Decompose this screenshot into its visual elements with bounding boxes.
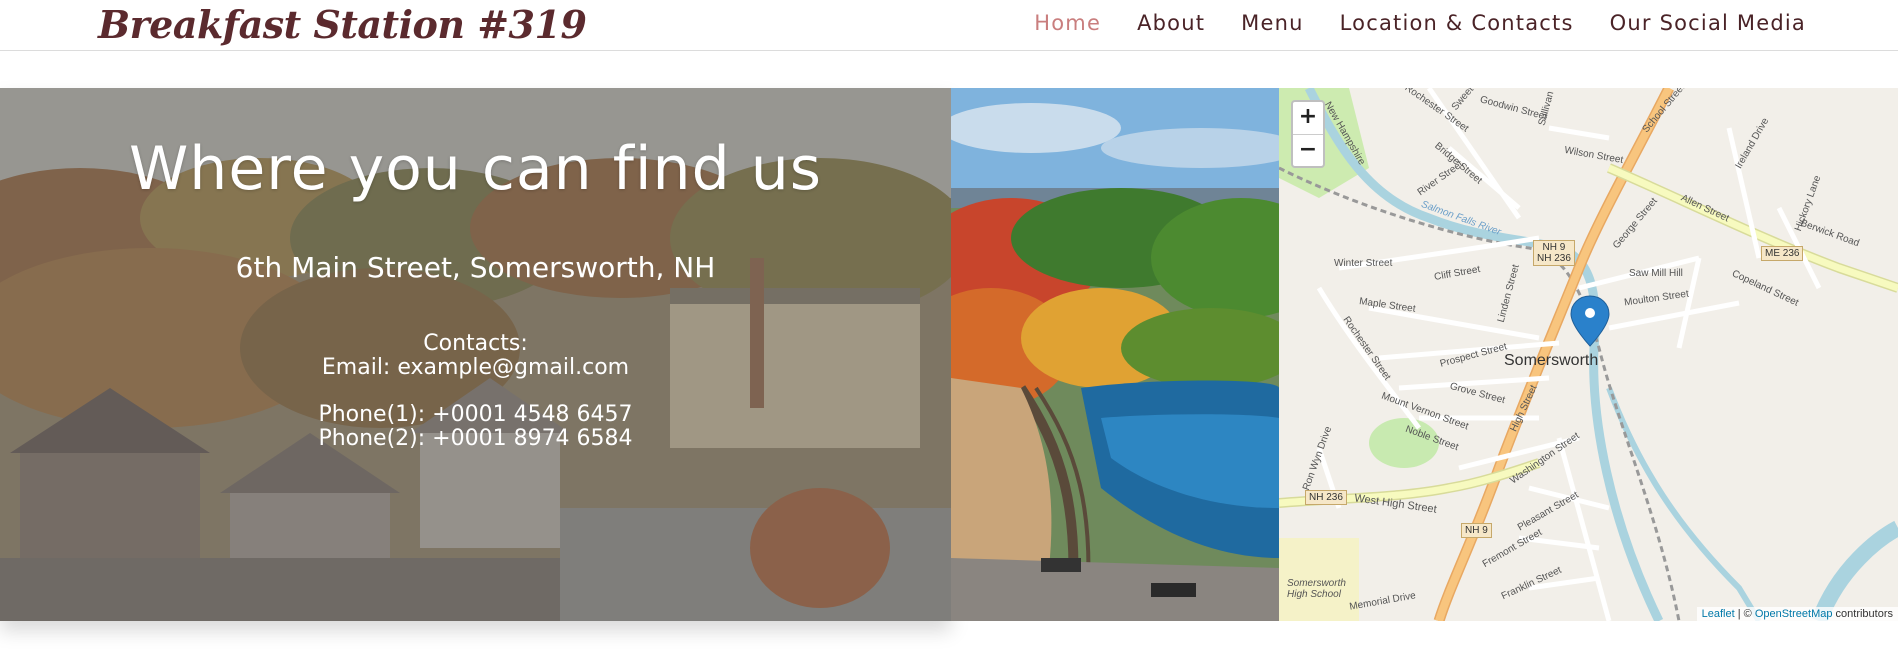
map-widget[interactable]: NH 9 NH 236 ME 236 NH 236 NH 9 Rochester… <box>1279 88 1898 621</box>
site-logo[interactable]: Breakfast Station #319 <box>98 0 587 48</box>
phone-1: Phone(1): +0001 4548 6457 <box>318 402 633 427</box>
location-section: Where you can find us 6th Main Street, S… <box>0 88 1898 621</box>
nav-menu[interactable]: Menu <box>1241 11 1303 35</box>
phones-block: Phone(1): +0001 4548 6457 Phone(2): +000… <box>0 403 951 451</box>
nav-social-media[interactable]: Our Social Media <box>1610 11 1806 35</box>
nav-home[interactable]: Home <box>1034 11 1101 35</box>
osm-link[interactable]: OpenStreetMap <box>1755 608 1833 620</box>
leaflet-link[interactable]: Leaflet <box>1702 608 1735 620</box>
shield-nh236: NH 236 <box>1305 490 1347 505</box>
map-label: Winter Street <box>1334 258 1393 269</box>
shield-nh9-nh236: NH 9 NH 236 <box>1533 240 1575 266</box>
contacts-block: Contacts: Email: example@gmail.com <box>0 332 951 380</box>
river-photo <box>951 88 1279 621</box>
map-label: Somersworth High School <box>1287 578 1346 600</box>
shield-me236: ME 236 <box>1761 246 1804 261</box>
attribution-tail: contributors <box>1832 608 1893 620</box>
nav-about[interactable]: About <box>1137 11 1205 35</box>
email-text: Email: example@gmail.com <box>321 355 630 380</box>
shield-nh9: NH 9 <box>1461 523 1492 538</box>
section-title: Where you can find us <box>128 134 823 204</box>
zoom-in-button[interactable]: + <box>1293 102 1323 134</box>
phone-2: Phone(2): +0001 8974 6584 <box>318 426 633 451</box>
nav-location-contacts[interactable]: Location & Contacts <box>1340 11 1574 35</box>
main-nav: Home About Menu Location & Contacts Our … <box>1034 0 1806 46</box>
zoom-out-button[interactable]: − <box>1293 134 1323 166</box>
location-info-panel: Where you can find us 6th Main Street, S… <box>0 88 951 621</box>
site-header: Breakfast Station #319 Home About Menu L… <box>0 0 1898 51</box>
map-attribution: Leaflet | © OpenStreetMap contributors <box>1696 607 1898 621</box>
city-label: Somersworth <box>1504 352 1599 369</box>
map-label: Saw Mill Hill <box>1629 268 1683 279</box>
address-text: 6th Main Street, Somersworth, NH <box>235 251 716 284</box>
zoom-control: + − <box>1291 100 1325 168</box>
attribution-separator: | © <box>1734 608 1755 620</box>
contacts-label: Contacts: <box>423 331 528 356</box>
location-text: Where you can find us 6th Main Street, S… <box>0 88 951 621</box>
